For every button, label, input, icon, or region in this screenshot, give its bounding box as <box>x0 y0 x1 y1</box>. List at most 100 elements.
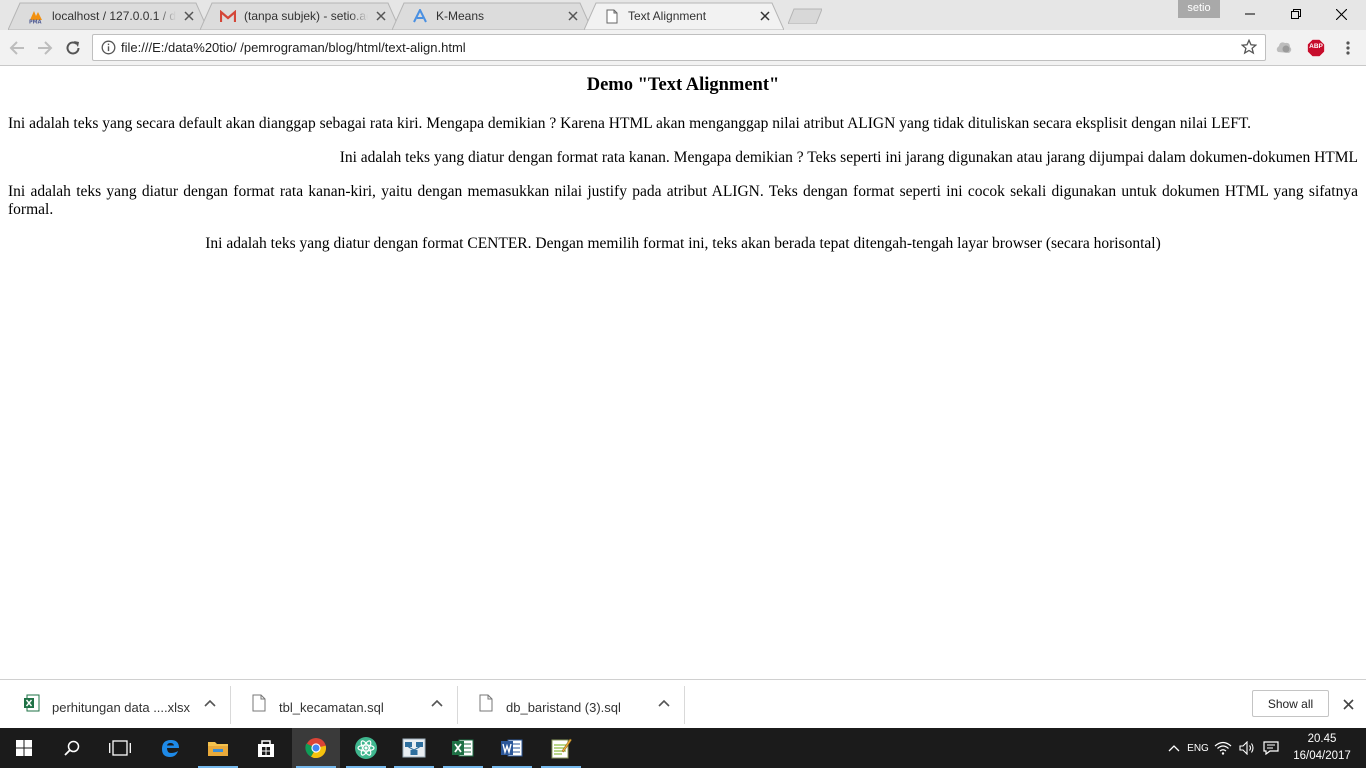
close-icon <box>1342 698 1354 710</box>
edge-icon <box>162 740 179 757</box>
chrome-taskbar-button[interactable] <box>292 728 340 768</box>
tab-gmail[interactable]: (tanpa subjek) - setio.adi <box>200 2 400 30</box>
tab-text-alignment[interactable]: Text Alignment <box>584 2 784 30</box>
word-taskbar-button[interactable] <box>488 728 536 768</box>
profile-button[interactable]: setio <box>1178 0 1220 18</box>
excel-icon <box>452 739 474 757</box>
start-icon <box>16 740 32 756</box>
atom-taskbar-button[interactable] <box>342 728 390 768</box>
close-icon[interactable] <box>374 9 388 23</box>
forward-button[interactable] <box>34 37 56 59</box>
search-icon <box>64 740 80 756</box>
file-explorer-taskbar-button[interactable] <box>194 728 242 768</box>
window-close-button[interactable] <box>1318 0 1364 28</box>
chevron-up-icon[interactable] <box>429 696 445 712</box>
arrow-right-icon <box>38 41 53 55</box>
wifi-tray-button[interactable] <box>1212 728 1234 768</box>
restore-icon <box>1291 9 1301 19</box>
more-vertical-icon <box>1346 41 1350 55</box>
edge-taskbar-button[interactable] <box>146 728 194 768</box>
address-url[interactable]: file:///E:/data%20tio/ /pemrograman/blog… <box>121 40 466 55</box>
minimize-icon <box>1245 13 1255 15</box>
task-view-button[interactable] <box>96 728 144 768</box>
tab-k-means[interactable]: K-Means <box>392 2 592 30</box>
gmail-icon <box>220 8 236 24</box>
chrome-icon <box>305 738 327 759</box>
bookmark-star-icon[interactable] <box>1241 39 1257 55</box>
start-button[interactable] <box>0 728 48 768</box>
paragraph-centered: Ini adalah teks yang diatur dengan forma… <box>205 235 1161 252</box>
phpmyadmin-icon: PMA <box>28 8 44 24</box>
page-icon <box>604 8 620 24</box>
close-icon[interactable] <box>566 9 580 23</box>
taskbar-clock[interactable]: 20.45 16/04/2017 <box>1282 731 1362 765</box>
file-icon <box>252 694 266 712</box>
tab-title: K-Means <box>436 9 485 23</box>
close-icon[interactable] <box>758 9 772 23</box>
notepadpp-taskbar-button[interactable] <box>537 728 585 768</box>
chevron-up-icon <box>1168 745 1180 752</box>
download-item[interactable]: tbl_kecamatan.sql <box>231 686 458 724</box>
file-icon <box>479 694 493 712</box>
adblock-label: ABP <box>1309 43 1323 50</box>
show-all-button[interactable]: Show all <box>1252 690 1329 717</box>
close-icon[interactable] <box>182 9 196 23</box>
info-icon[interactable] <box>101 40 116 55</box>
new-tab-button[interactable] <box>788 8 822 24</box>
clock-time: 20.45 <box>1307 733 1337 745</box>
grey-extension-icon[interactable] <box>1274 38 1294 58</box>
chevron-up-icon[interactable] <box>202 696 218 712</box>
excel-taskbar-button[interactable] <box>439 728 487 768</box>
reload-button[interactable] <box>62 37 84 59</box>
minimize-button[interactable] <box>1227 0 1273 28</box>
back-button[interactable] <box>6 37 28 59</box>
adblock-plus-icon[interactable]: ABP <box>1306 38 1326 58</box>
action-center-button[interactable] <box>1260 728 1282 768</box>
tab-phpmyadmin[interactable]: PMA localhost / 127.0.0.1 / db <box>8 2 208 30</box>
download-shelf: perhitungan data ....xlsx tbl_kecamatan.… <box>0 679 1366 728</box>
search-button[interactable] <box>48 728 96 768</box>
store-taskbar-button[interactable] <box>242 728 290 768</box>
language-indicator[interactable]: ENG <box>1186 728 1210 768</box>
browser-toolbar: file:///E:/data%20tio/ /pemrograman/blog… <box>0 30 1366 66</box>
paragraph-left-aligned: Ini adalah teks yang secara default akan… <box>8 115 1252 132</box>
download-filename: tbl_kecamatan.sql <box>279 700 384 715</box>
clock-date: 16/04/2017 <box>1293 750 1351 762</box>
download-filename: perhitungan data ....xlsx <box>52 700 191 715</box>
svg-text:PMA: PMA <box>29 20 42 25</box>
word-icon <box>501 739 523 757</box>
shelf-close-button[interactable] <box>1338 694 1358 714</box>
paragraph-justified: Ini adalah teks yang diatur dengan forma… <box>8 183 1358 218</box>
network-app-taskbar-button[interactable] <box>390 728 438 768</box>
notification-icon <box>1263 741 1279 755</box>
arrow-left-icon <box>9 41 24 55</box>
download-filename: db_baristand (3).sql <box>506 700 621 715</box>
tray-overflow-button[interactable] <box>1164 728 1184 768</box>
k-means-a-icon <box>412 8 428 24</box>
excel-file-icon <box>24 694 40 712</box>
restore-button[interactable] <box>1273 0 1319 28</box>
address-bar[interactable]: file:///E:/data%20tio/ /pemrograman/blog… <box>92 34 1266 61</box>
paragraph-right-aligned: Ini adalah teks yang diatur dengan forma… <box>339 149 1358 166</box>
download-item[interactable]: db_baristand (3).sql <box>458 686 685 724</box>
store-icon <box>258 740 274 757</box>
file-explorer-icon <box>208 742 228 756</box>
close-icon <box>1335 8 1347 20</box>
tab-title: localhost / 127.0.0.1 / db <box>52 9 176 23</box>
atom-icon <box>355 737 377 759</box>
download-item[interactable]: perhitungan data ....xlsx <box>4 686 231 724</box>
page-heading: Demo "Text Alignment" <box>586 75 780 95</box>
tab-strip: PMA localhost / 127.0.0.1 / db (tanpa su… <box>0 0 1366 30</box>
network-app-icon <box>402 738 426 758</box>
tab-title: (tanpa subjek) - setio.adi <box>244 9 368 23</box>
task-view-icon <box>109 740 131 756</box>
chrome-menu-button[interactable] <box>1338 38 1358 58</box>
chevron-up-icon[interactable] <box>656 696 672 712</box>
web-page: Demo "Text Alignment" Ini adalah teks ya… <box>0 67 1366 679</box>
wifi-icon <box>1214 741 1232 755</box>
reload-icon <box>66 41 80 55</box>
volume-icon <box>1239 741 1254 755</box>
volume-tray-button[interactable] <box>1236 728 1258 768</box>
notepadpp-icon <box>551 738 572 759</box>
tab-title: Text Alignment <box>628 9 707 23</box>
